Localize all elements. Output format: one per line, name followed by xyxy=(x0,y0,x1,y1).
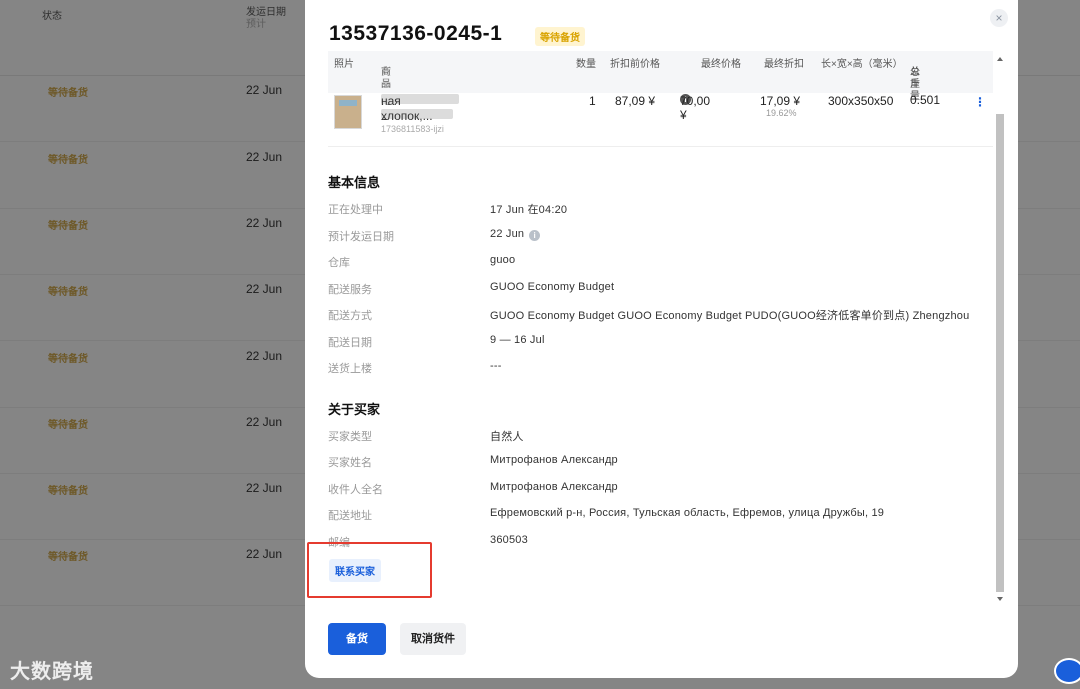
scrollbar-thumb[interactable] xyxy=(996,114,1004,592)
prepare-stock-button[interactable]: 备货 xyxy=(328,623,386,655)
field-value: guoo xyxy=(490,254,516,266)
field-buyer-name: 买家姓名 Митрофанов Александр xyxy=(328,454,998,469)
table-row: Пная 1хлопок,... 1736811583-ijzi 1 87,09… xyxy=(328,93,993,147)
price-before-value: 87,09 ¥ xyxy=(615,94,656,108)
field-label: 买家类型 xyxy=(328,431,372,443)
buyer-info-title: 关于买家 xyxy=(328,402,381,417)
scroll-up-arrow-icon[interactable] xyxy=(997,57,1003,61)
cancel-shipment-button[interactable]: 取消货件 xyxy=(400,623,466,655)
product-name-line1-end: ная xyxy=(381,94,401,108)
field-warehouse: 仓库 guoo xyxy=(328,254,998,269)
qty-value: 1 xyxy=(589,94,596,108)
field-buyer-type: 买家类型 自然人 xyxy=(328,428,998,443)
field-label: 预计发运日期 xyxy=(328,231,394,243)
field-label: 收件人全名 xyxy=(328,484,383,496)
field-label: 配送日期 xyxy=(328,337,372,349)
field-label: 买家姓名 xyxy=(328,457,372,469)
dimensions-value: 300x350x50 xyxy=(828,94,894,108)
weight-value: 0.501 xyxy=(910,93,941,107)
field-delivery-service: 配送服务 GUOO Economy Budget xyxy=(328,281,998,296)
field-expected-ship-date: 预计发运日期 22 Jun i xyxy=(328,228,998,243)
scroll-down-arrow-icon[interactable] xyxy=(997,597,1003,601)
field-label: 配送方式 xyxy=(328,310,372,322)
field-value: --- xyxy=(490,360,502,372)
field-delivery-method: 配送方式 GUOO Economy Budget GUOO Economy Bud… xyxy=(328,307,998,322)
info-icon[interactable]: i xyxy=(529,230,541,241)
field-value-wrap: 22 Jun i xyxy=(490,228,541,241)
field-label: 正在处理中 xyxy=(328,204,383,216)
more-actions-icon[interactable]: ⋮ xyxy=(974,95,986,109)
basic-info-title: 基本信息 xyxy=(328,175,381,190)
product-table-header: 照片 商品 货号 数量 折扣前价格 最终价格 最终折扣 长×宽×高（毫米） 总重量… xyxy=(328,51,993,102)
modal-scrollbar[interactable] xyxy=(995,54,1005,604)
field-value: GUOO Economy Budget xyxy=(490,281,615,293)
weight-unit-label: 公斤 xyxy=(910,67,920,90)
final-discount-value: 17,09 ¥ xyxy=(760,94,801,108)
field-label: 仓库 xyxy=(328,257,350,269)
field-value: 自然人 xyxy=(490,431,524,443)
field-delivery-address: 配送地址 Ефремовский р-н, Россия, Тульская об… xyxy=(328,507,998,522)
price-before-column-header: 折扣前价格 xyxy=(610,59,660,70)
field-label: 配送服务 xyxy=(328,284,372,296)
qty-column-header: 数量 xyxy=(576,59,596,70)
watermark-logo: 大数跨境 xyxy=(10,661,94,683)
final-price-column-header: 最终价格 xyxy=(701,59,741,70)
field-value: Митрофанов Александр xyxy=(490,454,618,466)
modal-scroll-area[interactable]: 照片 商品 货号 数量 折扣前价格 最终价格 最终折扣 长×宽×高（毫米） 总重量… xyxy=(305,51,1018,603)
field-value: 22 Jun xyxy=(490,228,525,240)
field-value: 17 Jun 在04:20 xyxy=(490,204,568,216)
field-label: 配送地址 xyxy=(328,510,372,522)
field-value: 360503 xyxy=(490,534,528,546)
product-name-line2-end: хлопок,... xyxy=(381,109,433,123)
photo-column-header: 照片 xyxy=(334,59,354,70)
final-discount-column-header: 最终折扣 xyxy=(764,59,804,70)
order-id-title: 13537136-0245-1 xyxy=(329,22,503,45)
product-photo[interactable] xyxy=(334,95,362,129)
final-price-value: 70,00 ¥ xyxy=(680,94,711,122)
product-sku: 1736811583-ijzi xyxy=(381,124,444,134)
chat-support-icon[interactable] xyxy=(1054,658,1080,684)
field-upstairs-delivery: 送货上楼 --- xyxy=(328,360,998,375)
status-badge: 等待备货 xyxy=(535,27,585,46)
field-label: 送货上楼 xyxy=(328,363,372,375)
close-icon[interactable]: × xyxy=(990,9,1008,27)
field-value: 9 — 16 Jul xyxy=(490,334,545,346)
discount-percent: 19.62% xyxy=(766,108,797,118)
sku-header-label: 货号 xyxy=(381,67,391,90)
field-processing: 正在处理中 17 Jun 在04:20 xyxy=(328,201,998,216)
field-delivery-date: 配送日期 9 — 16 Jul xyxy=(328,334,998,349)
annotation-highlight-box xyxy=(307,542,432,598)
field-value: Митрофанов Александр xyxy=(490,481,618,493)
dimensions-column-header: 长×宽×高（毫米） xyxy=(821,59,903,70)
field-value: GUOO Economy Budget GUOO Economy Budget … xyxy=(490,310,970,322)
field-recipient-name: 收件人全名 Митрофанов Александр xyxy=(328,481,998,496)
field-value: Ефремовский р-н, Россия, Тульская област… xyxy=(490,507,885,519)
